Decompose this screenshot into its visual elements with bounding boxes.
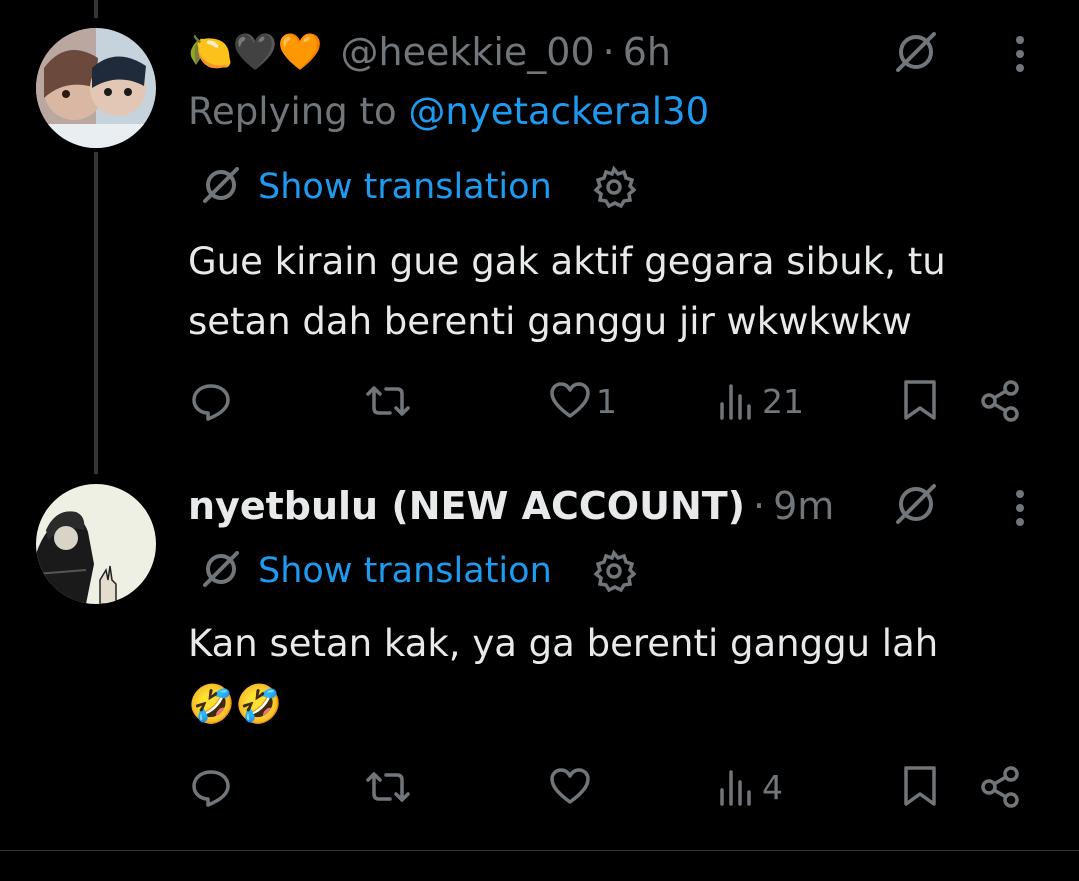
settings-gear-icon[interactable] [592,165,636,209]
reply-icon [192,770,230,807]
timestamp[interactable]: 6h [623,30,671,74]
post-header: nyetbulu (NEW ACCOUNT) · 9m [188,480,834,532]
post-text: Kan setan kak, ya ga berenti ganggu lah … [188,614,938,734]
settings-gear-icon[interactable] [592,549,636,593]
separator: · [753,484,766,528]
repost-icon [366,772,410,802]
translation-row: Show translation [200,548,636,594]
action-bar: 1 21 [188,378,1028,426]
globe-translate-icon[interactable] [200,548,242,594]
avatar[interactable] [36,484,156,604]
more-icon[interactable] [1012,34,1028,78]
translate-icon[interactable] [890,482,942,530]
translate-icon[interactable] [890,30,942,78]
avatar[interactable] [36,28,156,148]
like-button[interactable]: 1 [548,378,617,424]
bookmark-icon [904,766,936,806]
reply-icon [192,384,230,421]
share-icon [981,380,1019,422]
mention-link[interactable]: @nyetackeral30 [408,90,709,133]
bookmark-icon [904,380,936,420]
replying-prefix: Replying to [188,90,397,133]
text-line: Kan setan kak, ya ga berenti ganggu lah [188,622,939,665]
globe-translate-icon[interactable] [200,164,242,210]
text-line: setan dah berenti ganggu jir wkwkwkw [188,300,912,343]
text-line: 🤣🤣 [188,682,283,726]
like-button[interactable] [548,764,596,810]
bookmark-button[interactable] [900,764,940,810]
translation-row: Show translation [200,164,636,210]
display-name-emojis[interactable]: 🍋🖤🧡 [188,31,322,73]
thread-line-top [94,0,98,18]
thread-line [94,152,98,474]
share-icon [981,766,1019,808]
views-icon [720,384,751,420]
more-icon[interactable] [1012,488,1028,532]
replying-to: Replying to @nyetackeral30 [188,90,709,133]
views-button[interactable]: 4 [718,764,783,810]
handle[interactable]: @heekkie_00 [340,30,594,74]
divider [0,850,1079,851]
timestamp[interactable]: 9m [773,484,834,528]
like-icon [550,768,590,804]
repost-icon [366,386,410,416]
view-count: 4 [762,767,783,807]
show-translation-link[interactable]: Show translation [258,167,552,207]
like-icon [550,382,590,418]
views-icon [720,770,751,806]
action-bar: 4 [188,764,1028,812]
post-text: Gue kirain gue gak aktif gegara sibuk, t… [188,232,946,352]
show-translation-link[interactable]: Show translation [258,551,552,591]
reply-button[interactable] [188,378,234,424]
post-header: 🍋🖤🧡 @heekkie_00 · 6h [188,28,671,76]
share-button[interactable] [978,378,1024,424]
repost-button[interactable] [364,764,412,810]
repost-button[interactable] [364,378,412,424]
views-button[interactable]: 21 [718,378,804,424]
share-button[interactable] [978,764,1024,810]
text-line: Gue kirain gue gak aktif gegara sibuk, t… [188,240,946,283]
reply-button[interactable] [188,764,234,810]
view-count: 21 [762,381,804,421]
like-count: 1 [596,381,617,421]
display-name[interactable]: nyetbulu (NEW ACCOUNT) [188,484,745,528]
bookmark-button[interactable] [900,378,940,424]
separator: · [602,30,615,74]
